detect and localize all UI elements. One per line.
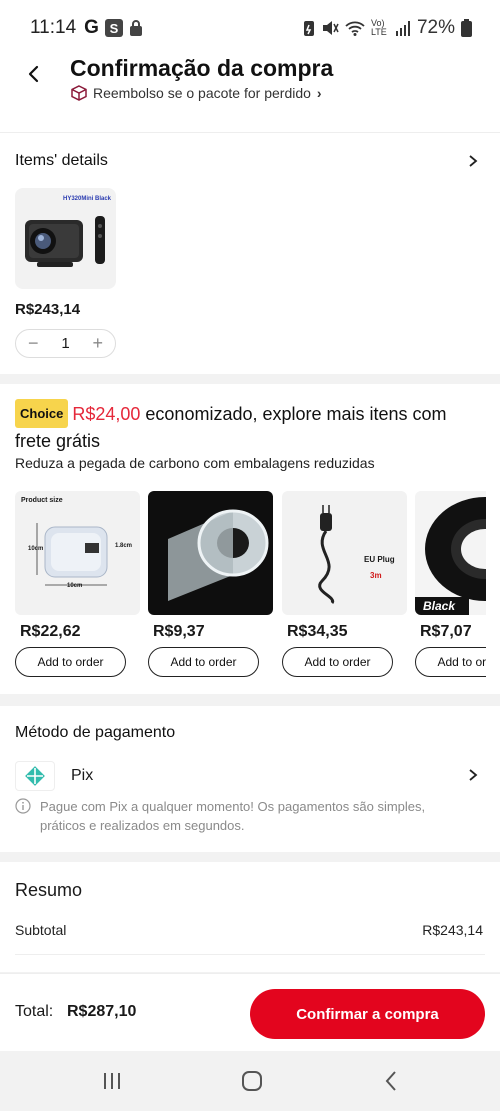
add-to-order-button[interactable]: Add to order: [415, 647, 486, 677]
back-arrow-icon[interactable]: [22, 62, 46, 86]
payment-note: Pague com Pix a qualquer momento! Os pag…: [40, 799, 426, 833]
recommended-item[interactable]: R$9,37 Add to order: [148, 491, 273, 677]
add-to-order-button[interactable]: Add to order: [148, 647, 259, 677]
subtotal-value: R$243,14: [422, 922, 483, 938]
add-to-order-button[interactable]: Add to order: [282, 647, 393, 677]
lock-icon: [129, 20, 142, 36]
recommended-item[interactable]: Product size 10cm 1.8cm 10cm R$22,62 Add…: [15, 491, 140, 677]
nano-tape-picture: [168, 509, 269, 601]
battery-icon: [461, 19, 472, 37]
recommended-item-image[interactable]: Black: [415, 491, 486, 615]
image-text: 3m: [370, 571, 382, 580]
recommended-item-image[interactable]: [148, 491, 273, 615]
choice-card: Choice R$24,00 economizado, explore mais …: [0, 384, 500, 694]
product-price: R$243,14: [15, 301, 81, 318]
total-label: Total:: [15, 1003, 54, 1020]
checkout-page: 11:14 G S Vo) LTE 72% Confirmação da com…: [0, 0, 500, 1111]
summary-title: Resumo: [15, 880, 83, 900]
signal-icon: [395, 21, 410, 36]
product-tag: HY320Mini Black: [63, 196, 112, 202]
refund-text: Reembolso se o pacote for perdido: [93, 85, 311, 101]
pix-logo: [25, 766, 45, 786]
network-label: Vo) LTE: [370, 18, 387, 37]
package-icon: [71, 85, 87, 101]
increase-button[interactable]: +: [92, 333, 103, 354]
chevron-right-icon[interactable]: [468, 768, 478, 782]
image-text: EU Plug: [364, 555, 395, 564]
tape-box-picture: [36, 523, 108, 586]
recommended-item-price: R$9,37: [153, 623, 205, 640]
recommended-item-price: R$7,07: [420, 623, 472, 640]
payment-method-label: Pix: [71, 767, 94, 784]
image-text: 10cm: [28, 546, 44, 552]
items-section-title: Items' details: [15, 152, 108, 169]
status-icons: Vo) LTE 72%: [303, 17, 472, 39]
battery-saver-icon: [303, 21, 314, 36]
eu-cable-picture: [318, 505, 335, 604]
recommended-item-price: R$22,62: [20, 623, 81, 640]
info-icon: [15, 798, 31, 814]
chevron-right-icon[interactable]: [468, 154, 478, 168]
payment-card: Método de pagamento Pix Pague com Pix a …: [0, 706, 500, 852]
quantity-stepper: − 1 +: [15, 329, 116, 358]
product-image[interactable]: HY320Mini Black: [15, 188, 116, 289]
back-nav-icon[interactable]: [380, 1069, 404, 1093]
items-card: Items' details HY320Mini Black R$243,14 …: [0, 114, 500, 374]
home-icon[interactable]: [240, 1069, 264, 1093]
header: Confirmação da compra Reembolso se o pac…: [0, 44, 500, 114]
image-badge: Black: [415, 597, 469, 615]
subtotal-label: Subtotal: [15, 922, 67, 938]
recommended-item-image[interactable]: Product size 10cm 1.8cm 10cm: [15, 491, 140, 615]
chevron-right-icon: ›: [316, 85, 322, 101]
recent-apps-icon[interactable]: [100, 1069, 124, 1093]
divider: [15, 954, 485, 955]
payment-method-row[interactable]: Pix: [15, 761, 93, 791]
payment-section-title: Método de pagamento: [15, 724, 176, 741]
recommendation-carousel[interactable]: Product size 10cm 1.8cm 10cm R$22,62 Add…: [0, 384, 486, 694]
google-icon: G: [84, 17, 99, 38]
divider: [0, 132, 500, 133]
mute-icon: [322, 21, 339, 35]
battery-percent: 72%: [416, 17, 455, 38]
system-nav-bar: [0, 1051, 500, 1111]
quantity-value: 1: [61, 335, 70, 352]
image-text: 1.8cm: [115, 543, 133, 549]
page-title: Confirmação da compra: [70, 55, 334, 81]
refund-link[interactable]: Reembolso se o pacote for perdido ›: [71, 85, 322, 101]
recommended-item-price: R$34,35: [287, 623, 348, 640]
projector-picture: [25, 216, 105, 267]
clock: 11:14: [30, 17, 77, 38]
checkout-bar: Total: R$287,10 Confirmar a compra: [0, 973, 500, 1051]
pix-icon: [15, 761, 55, 791]
s-app-icon: S: [104, 19, 123, 37]
recommended-item-image[interactable]: EU Plug 3m: [282, 491, 407, 615]
image-text: 10cm: [67, 583, 83, 589]
recommended-item[interactable]: Black R$7,07 Add to order: [415, 491, 486, 677]
add-to-order-button[interactable]: Add to order: [15, 647, 126, 677]
recommended-item[interactable]: EU Plug 3m R$34,35 Add to order: [282, 491, 407, 677]
confirm-purchase-button[interactable]: Confirmar a compra: [250, 989, 485, 1039]
wifi-icon: [345, 21, 365, 36]
image-text: Product size: [21, 497, 63, 504]
total-value: R$287,10: [67, 1003, 137, 1020]
summary-card: Resumo Subtotal R$243,14: [0, 862, 500, 972]
decrease-button[interactable]: −: [28, 333, 39, 354]
